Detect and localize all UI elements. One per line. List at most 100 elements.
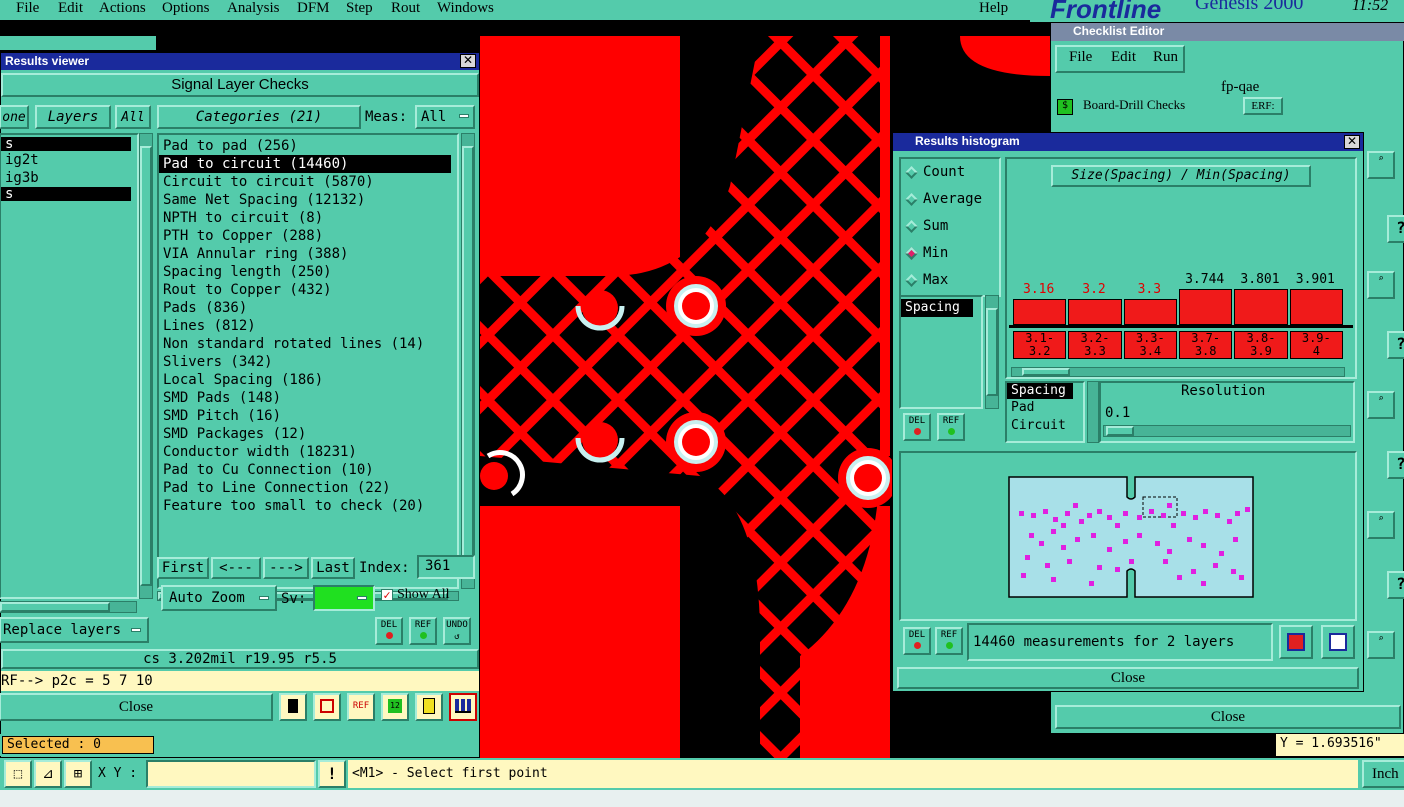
measure-scrollbar[interactable] xyxy=(985,295,999,409)
res-measure-item[interactable]: Spacing xyxy=(1007,383,1073,399)
category-item[interactable]: Feature too small to check (20) xyxy=(159,497,457,515)
res-measure-item[interactable]: Circuit xyxy=(1007,417,1083,435)
menu-actions[interactable]: Actions xyxy=(99,0,146,17)
measure-list[interactable]: Spacing xyxy=(899,295,983,409)
none-button[interactable]: one xyxy=(0,105,29,129)
layer-item[interactable]: ig2t xyxy=(1,151,137,169)
results-viewer-close-icon[interactable]: ✕ xyxy=(460,54,476,68)
del-button[interactable]: DEL xyxy=(903,413,931,441)
histogram-bar[interactable] xyxy=(1179,289,1233,325)
stat-option-max[interactable]: Max xyxy=(901,267,999,294)
checklist-row[interactable]: $ Board-Drill Checks ERF: xyxy=(1053,97,1383,117)
category-item[interactable]: VIA Annular ring (388) xyxy=(159,245,457,263)
category-item[interactable]: Circuit to circuit (5870) xyxy=(159,173,457,191)
ref-button[interactable]: REF xyxy=(409,617,437,645)
units-button[interactable]: Inch xyxy=(1362,760,1404,788)
histogram-bar[interactable] xyxy=(1234,289,1288,325)
histogram-close-button[interactable]: Close xyxy=(897,667,1359,689)
measure-icon[interactable]: ⊿ xyxy=(34,760,62,788)
help-icon[interactable]: ? xyxy=(1387,451,1404,479)
index-input[interactable]: 361 xyxy=(417,555,475,579)
stat-option-min[interactable]: Min xyxy=(901,240,999,267)
scroll-thumb[interactable] xyxy=(140,146,152,586)
auto-zoom-dropdown[interactable]: Auto Zoom xyxy=(161,585,277,611)
slider-thumb[interactable] xyxy=(1106,426,1134,436)
category-item[interactable]: Pad to pad (256) xyxy=(159,137,457,155)
resolution-scrollbar[interactable] xyxy=(1087,381,1099,443)
help-icon[interactable]: ? xyxy=(1387,571,1404,599)
categories-scrollbar[interactable] xyxy=(461,133,475,589)
categories-list[interactable]: Pad to pad (256) Pad to circuit (14460) Ci… xyxy=(157,133,459,589)
scroll-thumb[interactable] xyxy=(0,602,110,612)
export-icon[interactable] xyxy=(313,693,341,721)
menu-file[interactable]: File xyxy=(16,0,39,17)
category-item[interactable]: Lines (812) xyxy=(159,317,457,335)
zoom-icon[interactable]: ⌕ xyxy=(1367,271,1395,299)
ref-button[interactable]: REF xyxy=(935,627,963,655)
stat-option-average[interactable]: Average xyxy=(901,186,999,213)
scroll-thumb[interactable] xyxy=(462,146,474,576)
layers-button[interactable]: Layers xyxy=(35,105,111,129)
zoom-fit-icon[interactable]: ⬚ xyxy=(4,760,32,788)
zoom-icon[interactable]: ⌕ xyxy=(1367,511,1395,539)
measure-item[interactable]: Spacing xyxy=(901,299,973,317)
help-icon[interactable]: ? xyxy=(1387,331,1404,359)
grid-icon[interactable]: ⊞ xyxy=(64,760,92,788)
replace-layers-dropdown[interactable]: Replace layers xyxy=(0,617,149,643)
menu-analysis[interactable]: Analysis xyxy=(227,0,280,17)
histogram-icon[interactable] xyxy=(449,693,477,721)
category-item[interactable]: Pad to Cu Connection (10) xyxy=(159,461,457,479)
xy-input[interactable] xyxy=(146,760,316,788)
zoom-icon[interactable]: ⌕ xyxy=(1367,151,1395,179)
results-viewer-close-button[interactable]: Close xyxy=(0,693,273,721)
help-icon[interactable]: ? xyxy=(1387,215,1404,243)
menu-step[interactable]: Step xyxy=(346,0,373,17)
checklist-menu-run[interactable]: Run xyxy=(1153,49,1178,66)
res-measure-item[interactable]: Pad xyxy=(1007,399,1083,417)
layer-item[interactable]: s xyxy=(1,187,131,201)
category-item[interactable]: Same Net Spacing (12132) xyxy=(159,191,457,209)
histogram-bar[interactable] xyxy=(1123,299,1177,325)
category-item[interactable]: SMD Pads (148) xyxy=(159,389,457,407)
stat-option-sum[interactable]: Sum xyxy=(901,213,999,240)
ref-button[interactable]: REF xyxy=(937,413,965,441)
resolution-measure-list[interactable]: Spacing Pad Circuit xyxy=(1005,381,1085,443)
category-item[interactable]: Non standard rotated lines (14) xyxy=(159,335,457,353)
del-button[interactable]: DEL xyxy=(903,627,931,655)
ref-off-icon[interactable]: REF xyxy=(347,693,375,721)
all-layers-button[interactable]: All xyxy=(115,105,151,129)
layer-item[interactable]: ig3b xyxy=(1,169,137,187)
alert-icon[interactable]: ! xyxy=(318,760,346,788)
menu-edit[interactable]: Edit xyxy=(58,0,83,17)
layers-scrollbar[interactable] xyxy=(139,133,153,599)
layers-hscrollbar[interactable] xyxy=(0,601,137,613)
category-item[interactable]: PTH to Copper (288) xyxy=(159,227,457,245)
zoom-icon[interactable]: ⌕ xyxy=(1367,391,1395,419)
menu-windows[interactable]: Windows xyxy=(437,0,494,17)
histogram-close-icon[interactable]: ✕ xyxy=(1344,135,1360,149)
category-item[interactable]: Slivers (342) xyxy=(159,353,457,371)
histogram-bar[interactable] xyxy=(1068,299,1122,325)
menu-options[interactable]: Options xyxy=(162,0,210,17)
category-item[interactable]: NPTH to circuit (8) xyxy=(159,209,457,227)
checklist-menu-edit[interactable]: Edit xyxy=(1111,49,1136,66)
category-item[interactable]: Local Spacing (186) xyxy=(159,371,457,389)
show-all-checkbox[interactable]: ✓ xyxy=(381,589,393,601)
category-item[interactable]: Pads (836) xyxy=(159,299,457,317)
numbers-icon[interactable]: 12 xyxy=(381,693,409,721)
stat-option-count[interactable]: Count xyxy=(901,159,999,186)
zoom-icon[interactable]: ⌕ xyxy=(1367,631,1395,659)
export-image-icon[interactable] xyxy=(1279,625,1313,659)
meas-dropdown[interactable]: All xyxy=(415,105,475,129)
undo-button[interactable]: UNDO ↺ xyxy=(443,617,471,645)
graphic-icon[interactable] xyxy=(279,693,307,721)
category-item[interactable]: SMD Packages (12) xyxy=(159,425,457,443)
del-button[interactable]: DEL xyxy=(375,617,403,645)
menu-dfm[interactable]: DFM xyxy=(297,0,330,17)
sv-color-dropdown[interactable] xyxy=(313,585,375,611)
layer-item[interactable]: s xyxy=(1,137,131,151)
category-item[interactable]: Conductor width (18231) xyxy=(159,443,457,461)
import-image-icon[interactable] xyxy=(1321,625,1355,659)
category-item[interactable]: Rout to Copper (432) xyxy=(159,281,457,299)
scroll-thumb[interactable] xyxy=(1022,368,1070,376)
